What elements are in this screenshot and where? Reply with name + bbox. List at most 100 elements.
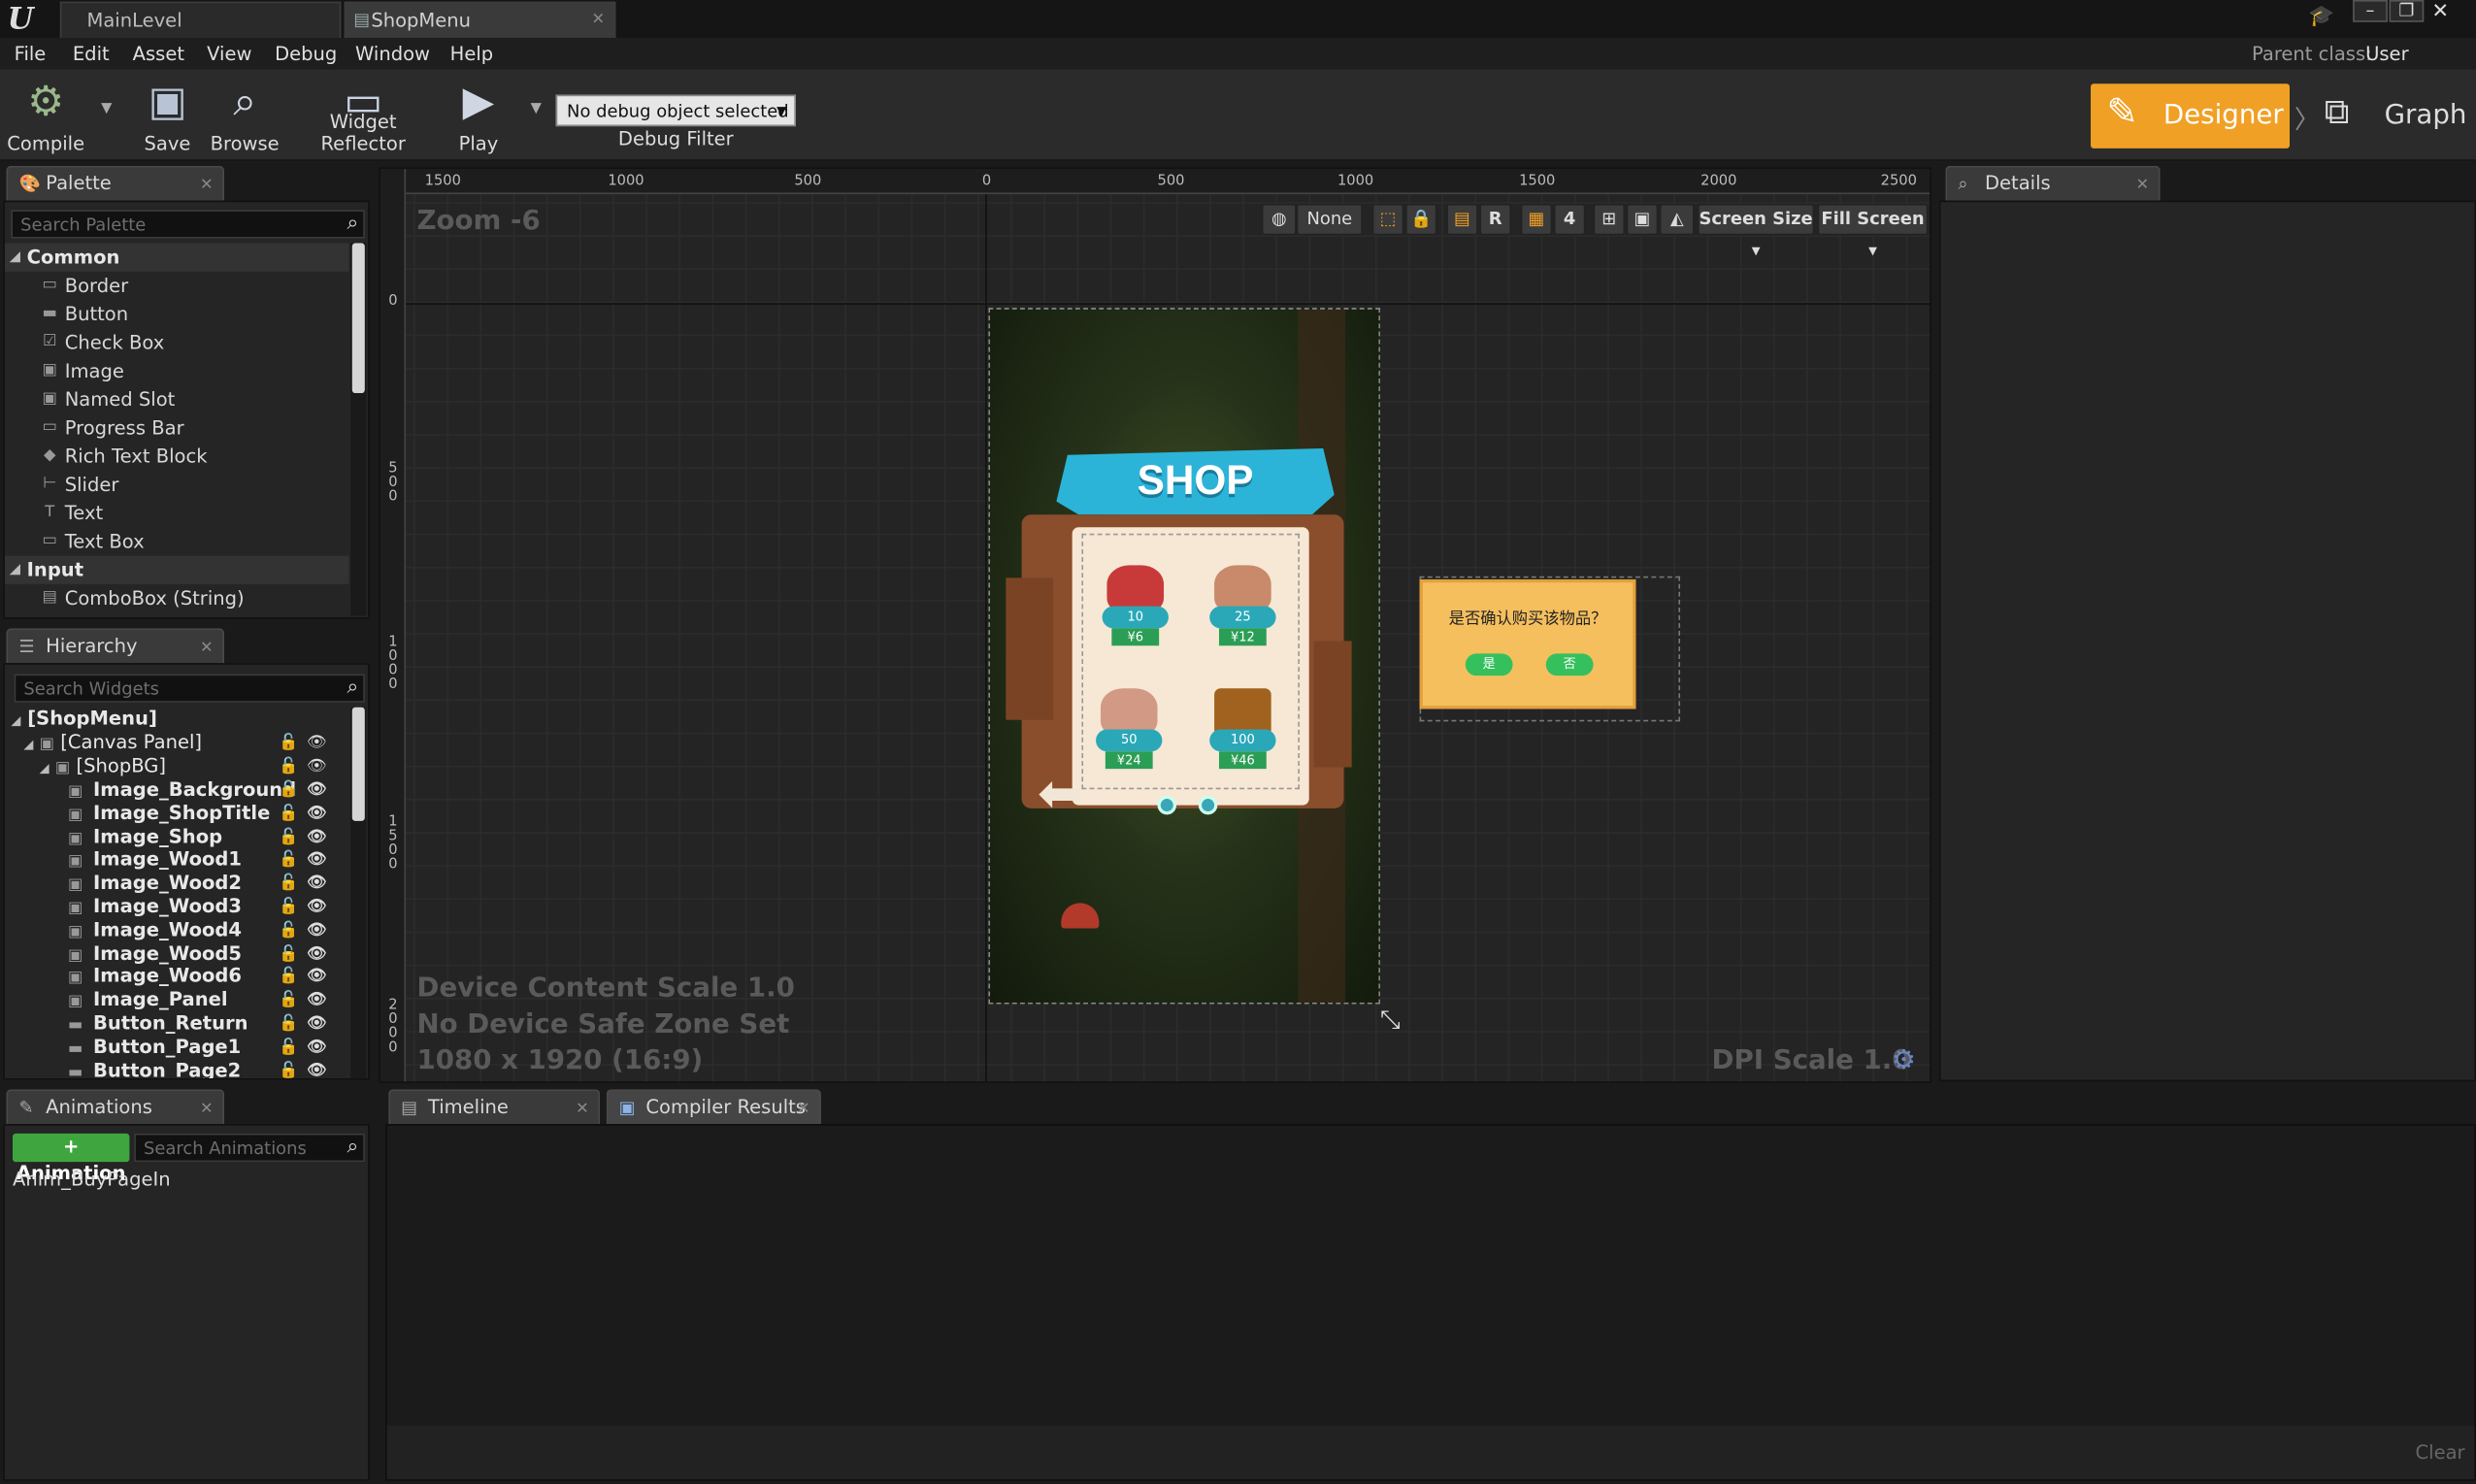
hierarchy-widget-image-wood2[interactable]: ▣ Image_Wood2 🔓 👁 <box>68 872 349 895</box>
menu-asset[interactable]: Asset <box>133 38 184 70</box>
close-palette-icon[interactable]: ✕ <box>200 169 214 202</box>
hierarchy-widget-image-wood4[interactable]: ▣ Image_Wood4 🔓 👁 <box>68 918 349 941</box>
return-arrow-button[interactable]: ⬅ <box>1038 768 1101 821</box>
zoom-to-fit-button[interactable]: ⊞ <box>1593 203 1626 236</box>
screen-size-dropdown[interactable]: Screen Size ▼ <box>1697 203 1815 257</box>
compile-button[interactable]: ⚙ Compile <box>7 73 85 158</box>
palette-item-rich-text-block[interactable]: ◆ Rich Text Block <box>5 442 349 470</box>
lock-icon[interactable]: 🔓 <box>279 848 298 872</box>
save-button[interactable]: ▣ Save <box>136 73 199 158</box>
hierarchy-widget-image-wood3[interactable]: ▣ Image_Wood3 🔓 👁 <box>68 895 349 918</box>
hierarchy-widget-image-wood5[interactable]: ▣ Image_Wood5 🔓 👁 <box>68 941 349 965</box>
visibility-eye-icon[interactable]: 👁 <box>307 825 327 848</box>
confirm-purchase-dialog[interactable]: 是否确认购买该物品？ 是 否 <box>1419 578 1636 709</box>
palette-item-slider[interactable]: ⊢ Slider <box>5 471 349 499</box>
menu-edit[interactable]: Edit <box>73 38 110 70</box>
close-compiler-results-icon[interactable]: ✕ <box>797 1093 810 1126</box>
lock-icon[interactable]: 🔓 <box>279 1036 298 1059</box>
visibility-eye-icon[interactable]: 👁 <box>307 778 327 802</box>
lock-icon[interactable]: 🔓 <box>279 1059 298 1078</box>
product-item[interactable]: 50 ¥24 <box>1091 685 1167 776</box>
palette-item-progress-bar[interactable]: ▭ Progress Bar <box>5 413 349 442</box>
compile-options-dropdown[interactable]: ▼ <box>101 101 112 116</box>
visibility-eye-icon[interactable]: 👁 <box>307 965 327 988</box>
timeline-tab[interactable]: ▤ Timeline ✕ <box>388 1089 601 1126</box>
close-window-button[interactable]: ✕ <box>2431 0 2449 23</box>
designer-viewport[interactable]: 1500 1000 500 0 500 1000 1500 2000 2500 … <box>379 167 1931 1083</box>
palette-item-check-box[interactable]: ☑ Check Box <box>5 328 349 356</box>
lock-icon[interactable]: 🔓 <box>279 941 298 965</box>
palette-category-common[interactable]: ◢ Common <box>4 243 349 272</box>
play-button[interactable]: ▶ Play <box>446 73 512 158</box>
lock-icon[interactable]: 🔓 <box>279 778 298 802</box>
close-details-icon[interactable]: ✕ <box>2136 169 2150 202</box>
debug-object-select[interactable]: No debug object selected ▼ <box>555 94 796 127</box>
visibility-eye-icon[interactable]: 👁 <box>307 1059 327 1078</box>
visibility-eye-icon[interactable]: 👁 <box>307 731 327 754</box>
hierarchy-scrollbar-thumb[interactable] <box>351 707 365 821</box>
palette-tab[interactable]: 🎨 Palette ✕ <box>6 165 225 202</box>
clear-button[interactable]: Clear <box>2416 1441 2465 1464</box>
learn-cap-icon[interactable]: 🎓 <box>2309 5 2334 28</box>
hierarchy-widget-button-page2[interactable]: ▬ Button_Page2 🔓 👁 <box>68 1059 349 1078</box>
close-animations-icon[interactable]: ✕ <box>200 1093 214 1126</box>
palette-item-named-slot[interactable]: ▣ Named Slot <box>5 385 349 413</box>
shopbg-preview[interactable]: SHOP 10 ¥6 25 ¥12 50 ¥24 100 ¥46 ⬅ <box>988 308 1380 1005</box>
palette-item-text-box[interactable]: ▭ Text Box <box>5 527 349 555</box>
menu-debug[interactable]: Debug <box>275 38 337 70</box>
horizontal-ruler[interactable]: 1500 1000 500 0 500 1000 1500 2000 2500 <box>380 169 1931 195</box>
product-item[interactable]: 100 ¥46 <box>1205 685 1280 776</box>
product-item[interactable]: 10 ¥6 <box>1098 562 1173 653</box>
visibility-eye-icon[interactable]: 👁 <box>307 989 327 1012</box>
background-image-button[interactable]: ▣ <box>1626 203 1659 236</box>
lock-icon[interactable]: 🔓 <box>279 825 298 848</box>
visibility-eye-icon[interactable]: 👁 <box>307 918 327 941</box>
visibility-eye-icon[interactable]: 👁 <box>307 872 327 895</box>
localization-globe-button[interactable]: ◍ <box>1261 203 1297 236</box>
hierarchy-search-input[interactable]: Search Widgets ⌕ <box>14 674 365 703</box>
close-tab-icon[interactable]: ✕ <box>591 3 605 38</box>
visibility-eye-icon[interactable]: 👁 <box>307 941 327 965</box>
lock-icon[interactable]: 🔓 <box>279 918 298 941</box>
confirm-yes-button[interactable]: 是 <box>1465 653 1513 676</box>
menu-help[interactable]: Help <box>450 38 494 70</box>
hierarchy-tab[interactable]: ☰ Hierarchy ✕ <box>6 628 225 664</box>
hierarchy-widget-image-shoptitle[interactable]: ▣ Image_ShopTitle 🔓 👁 <box>68 802 349 825</box>
palette-category-input[interactable]: ◢ Input <box>4 555 349 584</box>
fill-screen-dropdown[interactable]: Fill Screen ▼ <box>1817 203 1929 257</box>
animations-tab[interactable]: ✎ Animations ✕ <box>6 1089 225 1126</box>
palette-search-input[interactable]: Search Palette ⌕ <box>11 210 365 239</box>
animations-search-input[interactable]: Search Animations ⌕ <box>134 1133 365 1163</box>
maximize-button[interactable]: ❐ <box>2389 0 2425 22</box>
palette-scrollbar-thumb[interactable] <box>351 243 365 394</box>
hierarchy-widget-button-page1[interactable]: ▬ Button_Page1 🔓 👁 <box>68 1036 349 1059</box>
resize-handle-icon[interactable]: ⤡ <box>1380 1005 1401 1037</box>
visibility-eye-icon[interactable]: 👁 <box>307 802 327 825</box>
hierarchy-widget-image-wood1[interactable]: ▣ Image_Wood1 🔓 👁 <box>68 848 349 872</box>
details-tab[interactable]: ⌕ Details ✕ <box>1945 165 2161 202</box>
hierarchy-root[interactable]: ◢ [ShopMenu] <box>11 708 343 731</box>
confirm-no-button[interactable]: 否 <box>1545 653 1594 676</box>
add-animation-button[interactable]: + Animation <box>13 1133 130 1184</box>
animation-list-item[interactable]: Anim_BuyPageIn <box>13 1169 171 1191</box>
page1-button[interactable] <box>1157 795 1177 815</box>
palette-item-border[interactable]: ▭ Border <box>5 272 349 300</box>
lock-icon[interactable]: 🔓 <box>279 731 298 754</box>
palette-scrollbar[interactable] <box>350 243 367 616</box>
graph-mode-button[interactable]: ⧉ Graph <box>2322 83 2467 148</box>
hierarchy-canvas-panel[interactable]: ◢ ▣ [Canvas Panel] 🔓 👁 <box>23 731 348 754</box>
close-timeline-icon[interactable]: ✕ <box>576 1093 589 1126</box>
hierarchy-widget-image-shop[interactable]: ▣ Image_Shop 🔓 👁 <box>68 825 349 848</box>
browse-button[interactable]: ⌕ Browse <box>209 73 281 158</box>
hierarchy-widget-image-wood6[interactable]: ▣ Image_Wood6 🔓 👁 <box>68 965 349 988</box>
lock-toggle-button[interactable]: 🔒 <box>1404 203 1437 236</box>
palette-item-button[interactable]: ▬ Button <box>5 300 349 328</box>
hierarchy-shopbg[interactable]: ◢ ▣ [ShopBG] 🔓 👁 <box>40 755 349 778</box>
hierarchy-scrollbar[interactable] <box>350 707 367 1078</box>
hierarchy-widget-image-panel[interactable]: ▣ Image_Panel 🔓 👁 <box>68 989 349 1012</box>
flip-preview-button[interactable]: ◭ <box>1659 203 1695 236</box>
compiler-results-tab[interactable]: ▣ Compiler Results ✕ <box>606 1089 821 1126</box>
hierarchy-widget-button-return[interactable]: ▬ Button_Return 🔓 👁 <box>68 1012 349 1036</box>
lock-icon[interactable]: 🔓 <box>279 755 298 778</box>
minimize-button[interactable]: – <box>2353 0 2388 22</box>
